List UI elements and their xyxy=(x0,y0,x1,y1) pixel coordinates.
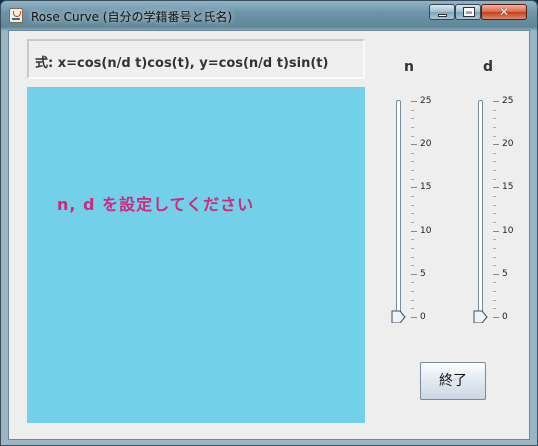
minor-tick xyxy=(411,247,414,249)
minor-tick xyxy=(411,196,414,198)
major-tick xyxy=(411,101,417,102)
major-tick xyxy=(493,273,499,275)
tick-label: 5 xyxy=(502,268,508,279)
minor-tick xyxy=(493,299,496,301)
minimize-icon xyxy=(438,14,447,17)
minor-tick xyxy=(411,308,414,310)
major-tick xyxy=(493,144,499,146)
major-tick xyxy=(411,273,417,275)
major-tick xyxy=(493,317,499,318)
minor-tick xyxy=(411,213,414,215)
maximize-icon xyxy=(463,7,475,17)
minor-tick xyxy=(411,118,414,120)
close-icon: ✕ xyxy=(498,5,510,19)
minor-tick xyxy=(411,239,414,241)
minor-tick xyxy=(411,109,414,111)
slider-track[interactable] xyxy=(478,100,483,320)
minor-tick xyxy=(411,178,414,180)
tick-label: 0 xyxy=(502,312,508,322)
slider-n[interactable]: 25 20 15 10 5 0 xyxy=(390,95,450,331)
minor-tick xyxy=(493,126,496,128)
maximize-button[interactable] xyxy=(455,4,481,20)
slider-thumb[interactable] xyxy=(473,310,489,323)
tick-label: 0 xyxy=(420,312,426,322)
minor-tick xyxy=(493,247,496,249)
minor-tick xyxy=(411,126,414,128)
major-tick xyxy=(411,144,417,146)
minor-tick xyxy=(493,256,496,258)
major-tick xyxy=(411,317,417,318)
formula-panel: 式: x=cos(n/d t)cos(t), y=cos(n/d t)sin(t… xyxy=(27,39,365,79)
tick-label: 25 xyxy=(420,96,432,106)
major-tick xyxy=(493,230,499,232)
minor-tick xyxy=(493,213,496,215)
minor-tick xyxy=(411,256,414,258)
minor-tick xyxy=(493,204,496,206)
title-bar[interactable]: Rose Curve (自分の学籍番号と氏名) ✕ xyxy=(1,1,537,29)
minor-tick xyxy=(493,239,496,241)
minor-tick xyxy=(493,308,496,310)
app-window: Rose Curve (自分の学籍番号と氏名) ✕ 式: x=cos(n/d t… xyxy=(0,0,538,446)
tick-label: 10 xyxy=(502,225,514,236)
slider-thumb[interactable] xyxy=(391,310,407,323)
major-tick xyxy=(411,187,417,189)
window-title: Rose Curve (自分の学籍番号と氏名) xyxy=(31,10,233,24)
minor-tick xyxy=(493,152,496,154)
minor-tick xyxy=(411,282,414,284)
minor-tick xyxy=(493,265,496,267)
close-button[interactable]: ✕ xyxy=(481,4,527,20)
minimize-button[interactable] xyxy=(429,4,455,20)
minor-tick xyxy=(493,282,496,284)
tick-label: 25 xyxy=(502,96,514,106)
minor-tick xyxy=(493,221,496,223)
minor-tick xyxy=(411,170,414,172)
java-app-icon xyxy=(9,8,23,23)
slider-track[interactable] xyxy=(396,100,401,320)
minor-tick xyxy=(411,161,414,163)
tick-label: 5 xyxy=(420,268,426,279)
client-area: 式: x=cos(n/d t)cos(t), y=cos(n/d t)sin(t… xyxy=(8,30,530,440)
tick-label: 10 xyxy=(420,225,432,236)
minor-tick xyxy=(411,299,414,301)
minor-tick xyxy=(411,135,414,137)
major-tick xyxy=(493,101,499,102)
major-tick xyxy=(411,230,417,232)
minor-tick xyxy=(411,204,414,206)
minor-tick xyxy=(493,109,496,111)
minor-tick xyxy=(493,291,496,293)
formula-text: 式: x=cos(n/d t)cos(t), y=cos(n/d t)sin(t… xyxy=(35,56,329,71)
major-tick xyxy=(493,187,499,189)
tick-label: 15 xyxy=(502,182,514,193)
prompt-message: n, d を設定してください xyxy=(57,195,255,214)
minor-tick xyxy=(411,265,414,267)
minor-tick xyxy=(493,170,496,172)
minor-tick xyxy=(411,221,414,223)
slider-d[interactable]: 25 20 15 10 5 0 xyxy=(472,95,532,331)
tick-label: 15 xyxy=(420,182,432,193)
tick-label: 20 xyxy=(502,139,514,150)
slider-d-label: d xyxy=(482,59,494,75)
minor-tick xyxy=(411,152,414,154)
minor-tick xyxy=(493,135,496,137)
slider-n-label: n xyxy=(404,59,414,75)
minor-tick xyxy=(493,118,496,120)
tick-label: 20 xyxy=(420,139,432,150)
minor-tick xyxy=(493,178,496,180)
minor-tick xyxy=(411,291,414,293)
minor-tick xyxy=(493,196,496,198)
minor-tick xyxy=(493,161,496,163)
drawing-canvas[interactable]: n, d を設定してください xyxy=(27,87,365,423)
exit-button[interactable]: 終了 xyxy=(420,362,486,400)
